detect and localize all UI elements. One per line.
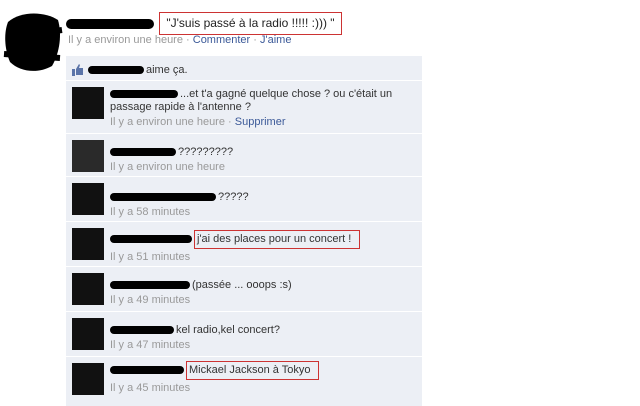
redacted-commenter-name[interactable] xyxy=(110,90,178,99)
delete-link[interactable]: Supprimer xyxy=(235,116,286,128)
comment-item: ...et t'a gagné quelque chose ? ou c'éta… xyxy=(66,81,422,134)
comment-timestamp: Il y a environ une heure xyxy=(110,116,225,128)
likes-summary: aime ça. xyxy=(88,64,188,76)
redacted-liker-name[interactable] xyxy=(88,66,144,75)
commenter-avatar[interactable] xyxy=(72,228,104,260)
post-timestamp: Il y a environ une heure xyxy=(68,34,183,46)
comment-item: (passée ... ooops :s) Il y a 49 minutes xyxy=(66,267,422,312)
comment-timestamp: Il y a 58 minutes xyxy=(110,206,191,218)
comment-body: j'ai des places pour un concert ! Il y a… xyxy=(110,230,418,264)
comment-text: kel radio,kel concert? xyxy=(176,324,280,336)
redacted-commenter-name[interactable] xyxy=(110,235,192,244)
comment-body: ????? Il y a 58 minutes xyxy=(110,191,418,219)
comment-item: j'ai des places pour un concert ! Il y a… xyxy=(66,222,422,267)
comment-text: Mickael Jackson à Tokyo xyxy=(189,364,311,376)
comment-timestamp: Il y a 45 minutes xyxy=(110,382,191,394)
commenter-avatar[interactable] xyxy=(72,87,104,119)
post-author-avatar[interactable] xyxy=(2,8,64,74)
like-link[interactable]: J'aime xyxy=(260,34,291,46)
thumbs-up-icon xyxy=(72,64,83,76)
comment-text: j'ai des places pour un concert ! xyxy=(197,233,352,245)
redacted-commenter-name[interactable] xyxy=(110,193,216,202)
commenter-avatar[interactable] xyxy=(72,363,104,395)
redacted-commenter-name[interactable] xyxy=(110,148,176,157)
commenter-avatar[interactable] xyxy=(72,273,104,305)
commenter-avatar[interactable] xyxy=(72,183,104,215)
redacted-author-name[interactable] xyxy=(66,18,154,29)
post-header: "J'suis passé à la radio !!!!! :))) " xyxy=(66,12,342,35)
highlighted-comment: Mickael Jackson à Tokyo xyxy=(186,361,320,380)
comment-timestamp: Il y a 49 minutes xyxy=(110,294,191,306)
comment-link[interactable]: Commenter xyxy=(193,34,250,46)
comment-timestamp: Il y a 47 minutes xyxy=(110,339,191,351)
separator: · xyxy=(250,34,260,46)
comment-thread: aime ça. ...et t'a gagné quelque chose ?… xyxy=(66,56,422,406)
comment-timestamp: Il y a environ une heure xyxy=(110,161,225,173)
comment-text: ????? xyxy=(218,191,249,203)
likes-row: aime ça. xyxy=(66,58,422,81)
commenter-avatar[interactable] xyxy=(72,318,104,350)
redacted-commenter-name[interactable] xyxy=(110,326,174,335)
comment-text: ????????? xyxy=(178,146,234,158)
comment-timestamp: Il y a 51 minutes xyxy=(110,251,191,263)
comment-body: ????????? Il y a environ une heure xyxy=(110,146,418,174)
separator: · xyxy=(224,116,235,128)
comment-text: (passée ... ooops :s) xyxy=(192,279,292,291)
likes-text: aime ça. xyxy=(146,64,188,76)
comment-body: Mickael Jackson à Tokyo Il y a 45 minute… xyxy=(110,361,418,395)
commenter-avatar[interactable] xyxy=(72,140,104,172)
comment-item: ????? Il y a 58 minutes xyxy=(66,177,422,222)
comment-body: kel radio,kel concert? Il y a 47 minutes xyxy=(110,324,418,352)
redaction-scribble xyxy=(3,13,63,71)
comment-body: (passée ... ooops :s) Il y a 49 minutes xyxy=(110,279,418,307)
status-message: "J'suis passé à la radio !!!!! :))) " xyxy=(159,12,342,35)
comment-item: Mickael Jackson à Tokyo Il y a 45 minute… xyxy=(66,357,422,405)
redacted-commenter-name[interactable] xyxy=(110,281,190,290)
redacted-commenter-name[interactable] xyxy=(110,366,184,375)
comment-item: ????????? Il y a environ une heure xyxy=(66,134,422,177)
comment-item: kel radio,kel concert? Il y a 47 minutes xyxy=(66,312,422,357)
comment-meta: Il y a environ une heure · Supprimer xyxy=(110,116,418,129)
highlighted-comment: j'ai des places pour un concert ! xyxy=(194,230,361,249)
separator: · xyxy=(182,34,193,46)
post-meta: Il y a environ une heure · Commenter · J… xyxy=(68,34,291,46)
comment-body: ...et t'a gagné quelque chose ? ou c'éta… xyxy=(110,88,418,129)
